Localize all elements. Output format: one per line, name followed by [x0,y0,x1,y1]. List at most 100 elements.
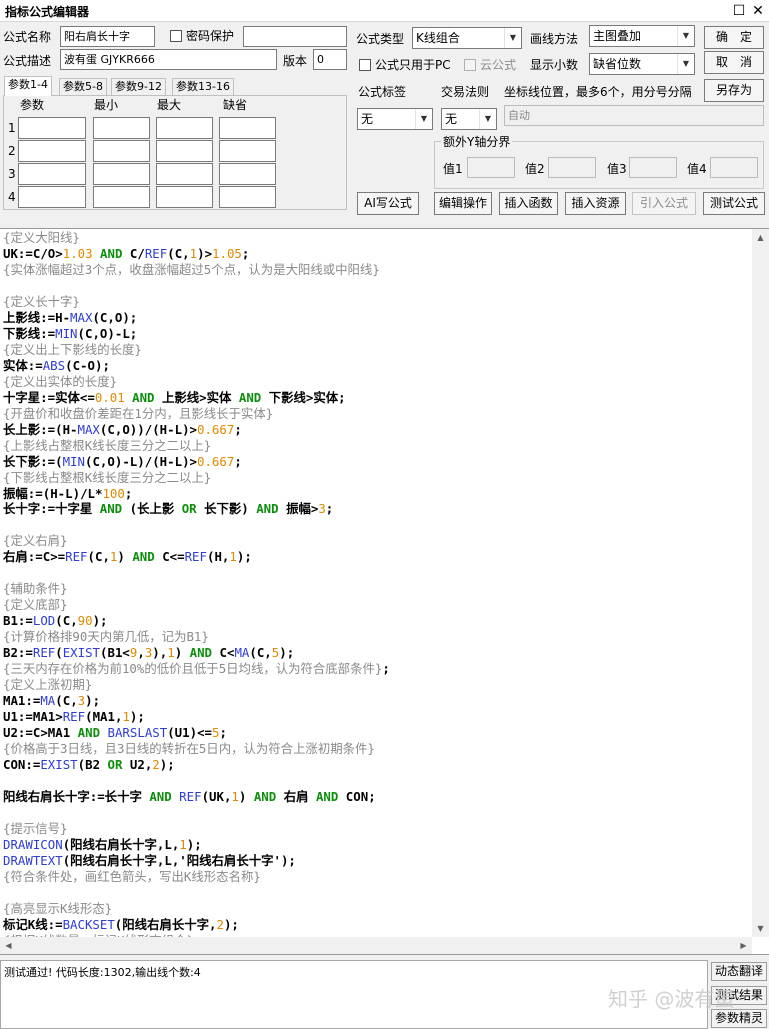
code-line[interactable]: 阳线右肩长十字:=长十字 AND REF(UK,1) AND 右肩 AND CO… [3,789,753,805]
code-line[interactable]: CON:=EXIST(B2 OR U2,2); [3,757,753,773]
param-default-cell[interactable] [219,117,276,139]
code-line[interactable] [3,278,753,294]
code-line[interactable]: 十字星:=实体<=0.01 AND 上影线>实体 AND 下影线>实体; [3,390,753,406]
code-line[interactable]: MA1:=MA(C,3); [3,693,753,709]
code-line[interactable]: DRAWTEXT(阳线右肩长十字,L,'阳线右肩长十字'); [3,853,753,869]
code-line[interactable]: DRAWICON(阳线右肩长十字,L,1); [3,837,753,853]
param-max-cell[interactable] [156,163,213,185]
code-line[interactable]: B2:=REF(EXIST(B1<9,3),1) AND C<MA(C,5); [3,645,753,661]
ok-button[interactable]: 确 定 [704,26,764,49]
code-line[interactable]: {提示信号} [3,821,753,837]
code-line[interactable]: U2:=C>MA1 AND BARSLAST(U1)<=5; [3,725,753,741]
tag-select[interactable]: 无 ▼ [357,108,433,130]
code-line[interactable] [3,565,753,581]
code-line[interactable] [3,885,753,901]
code-line[interactable]: {定义出实体的长度} [3,374,753,390]
test-formula-button[interactable]: 测试公式 [703,192,765,215]
scroll-up-icon[interactable]: ▲ [752,229,769,246]
vertical-scrollbar[interactable]: ▲ ▼ [752,229,769,937]
horizontal-scrollbar[interactable]: ◀ ▶ [0,937,752,954]
save-as-button[interactable]: 另存为 [704,79,764,102]
y-value-4-input[interactable] [710,157,758,178]
code-line[interactable] [3,773,753,789]
code-line[interactable]: U1:=MA1>REF(MA1,1); [3,709,753,725]
code-line[interactable]: {实体涨幅超过3个点，收盘涨幅超过5个点，认为是大阳线或中阳线} [3,262,753,278]
param-default-cell[interactable] [219,140,276,162]
insert-resource-button[interactable]: 插入资源 [565,192,626,215]
code-line[interactable]: 标记K线:=BACKSET(阳线右肩长十字,2); [3,917,753,933]
code-line[interactable]: {计算价格排90天内第几低，记为B1} [3,629,753,645]
param-name-cell[interactable] [18,186,86,208]
tab-params-13-16[interactable]: 参数13-16 [172,78,234,96]
tab-params-5-8[interactable]: 参数5-8 [59,78,107,96]
code-line[interactable] [3,517,753,533]
code-line[interactable]: {定义底部} [3,597,753,613]
param-min-cell[interactable] [93,117,150,139]
formula-type-select[interactable]: K线组合 ▼ [412,27,522,49]
code-line[interactable]: {高亮显示K线形态} [3,901,753,917]
param-min-cell[interactable] [93,163,150,185]
scroll-left-icon[interactable]: ◀ [0,937,17,954]
code-editor[interactable]: {定义大阳线} UK:=C/O>1.03 AND C/REF(C,1)>1.05;… [0,228,769,955]
cancel-button[interactable]: 取 消 [704,51,764,74]
code-line[interactable]: {三天内存在价格为前10%的低价且低于5日均线，认为符合底部条件}; [3,661,753,677]
code-line[interactable]: 右肩:=C>=REF(C,1) AND C<=REF(H,1); [3,549,753,565]
code-line[interactable]: 实体:=ABS(C-O); [3,358,753,374]
param-wizard-button[interactable]: 参数精灵 [711,1009,767,1028]
code-line[interactable]: 振幅:=(H-L)/L*100; [3,486,753,502]
code-line[interactable]: {定义大阳线} [3,230,753,246]
code-line[interactable]: 下影线:=MIN(C,O)-L; [3,326,753,342]
code-line[interactable]: {上影线占整根K线长度三分之二以上} [3,438,753,454]
pc-only-checkbox[interactable] [359,59,371,71]
coord-line-input[interactable]: 自动 [504,105,764,126]
scroll-right-icon[interactable]: ▶ [735,937,752,954]
decimals-select[interactable]: 缺省位数 ▼ [589,53,695,75]
param-min-cell[interactable] [93,186,150,208]
code-line[interactable]: UK:=C/O>1.03 AND C/REF(C,1)>1.05; [3,246,753,262]
code-line[interactable]: {符合条件处，画红色箭头，写出K线形态名称} [3,869,753,885]
tab-params-1-4[interactable]: 参数1-4 [4,76,52,96]
param-min-cell[interactable] [93,140,150,162]
y-value-2-input[interactable] [548,157,596,178]
code-line[interactable]: {开盘价和收盘价差距在1分内，且影线长于实体} [3,406,753,422]
code-line[interactable]: {下影线占整根K线长度三分之二以上} [3,470,753,486]
edit-ops-button[interactable]: 编辑操作 [434,192,492,215]
param-name-cell[interactable] [18,140,86,162]
code-line[interactable]: 长十字:=十字星 AND (长上影 OR 长下影) AND 振幅>3; [3,501,753,517]
code-line[interactable]: 长下影:=(MIN(C,O)-L)/(H-L)>0.667; [3,454,753,470]
code-line[interactable]: {定义长十字} [3,294,753,310]
param-name-cell[interactable] [18,163,86,185]
code-line[interactable]: {定义出上下影线的长度} [3,342,753,358]
y-value-3-input[interactable] [629,157,677,178]
password-checkbox[interactable] [170,30,182,42]
dynamic-translate-button[interactable]: 动态翻译 [711,962,767,981]
param-max-cell[interactable] [156,186,213,208]
ai-write-button[interactable]: AI写公式 [357,192,419,215]
maximize-icon[interactable]: ☐ [729,1,749,21]
code-text[interactable]: {定义大阳线} UK:=C/O>1.03 AND C/REF(C,1)>1.05;… [3,230,753,938]
insert-function-button[interactable]: 插入函数 [499,192,558,215]
code-line[interactable]: 长上影:=(H-MAX(C,O))/(H-L)>0.667; [3,422,753,438]
param-max-cell[interactable] [156,140,213,162]
test-results-button[interactable]: 测试结果 [711,986,767,1005]
param-max-cell[interactable] [156,117,213,139]
close-icon[interactable]: ✕ [748,1,768,21]
code-line[interactable]: {价格高于3日线，且3日线的转折在5日内，认为符合上涨初期条件} [3,741,753,757]
trade-rule-select[interactable]: 无 ▼ [441,108,497,130]
code-line[interactable]: {定义上涨初期} [3,677,753,693]
code-line[interactable] [3,805,753,821]
param-default-cell[interactable] [219,163,276,185]
y-value-1-input[interactable] [467,157,515,178]
import-formula-button[interactable]: 引入公式 [632,192,696,215]
code-line[interactable]: {辅助条件} [3,581,753,597]
version-input[interactable]: 0 [313,49,347,70]
password-input[interactable] [243,26,347,47]
code-line[interactable]: B1:=LOD(C,90); [3,613,753,629]
formula-name-input[interactable]: 阳右肩长十字 [60,26,155,47]
scroll-down-icon[interactable]: ▼ [752,920,769,937]
code-line[interactable]: {定义右肩} [3,533,753,549]
code-line[interactable]: 上影线:=H-MAX(C,O); [3,310,753,326]
tab-params-9-12[interactable]: 参数9-12 [111,78,166,96]
cloud-formula-checkbox[interactable] [464,59,476,71]
draw-method-select[interactable]: 主图叠加 ▼ [589,25,695,47]
